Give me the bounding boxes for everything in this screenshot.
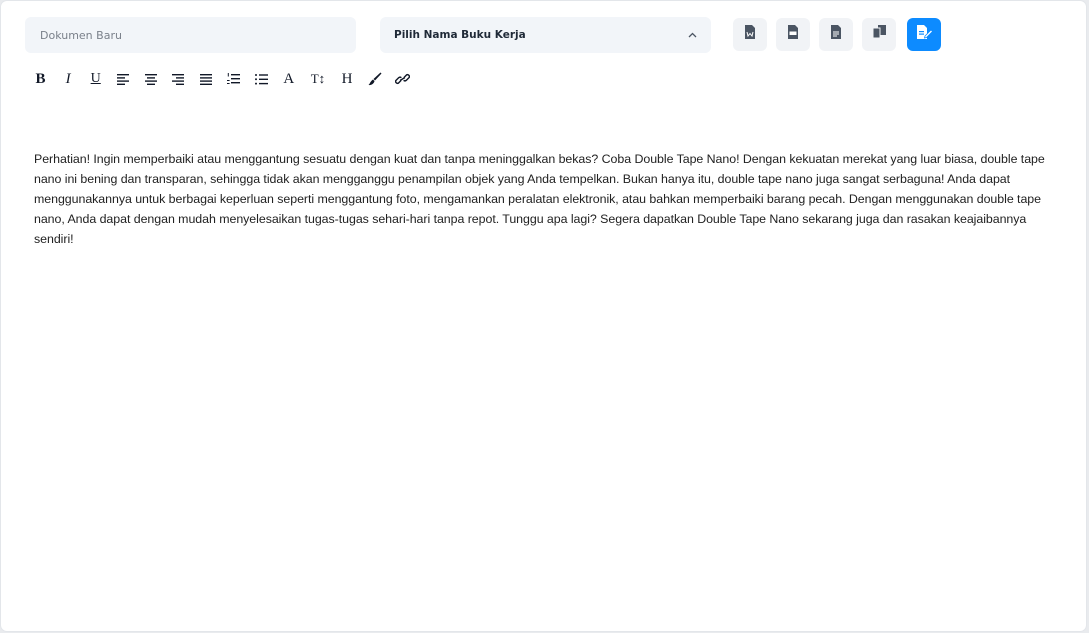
align-center-icon[interactable]: [143, 70, 158, 88]
text-file-icon: [830, 25, 842, 44]
editor-content[interactable]: Perhatian! Ingin memperbaiki atau mengga…: [34, 149, 1049, 249]
export-pdf-button[interactable]: [776, 18, 810, 51]
copy-icon: [872, 25, 887, 44]
document-name-input[interactable]: [25, 17, 356, 53]
workbook-select-label: Pilih Nama Buku Kerja: [394, 29, 526, 41]
italic-button[interactable]: I: [61, 70, 76, 88]
heading-button[interactable]: H: [340, 70, 355, 88]
ordered-list-icon[interactable]: [226, 70, 241, 88]
underline-button[interactable]: U: [88, 70, 103, 88]
chevron-up-icon: [688, 30, 697, 41]
file-edit-icon: [916, 24, 933, 45]
copy-button[interactable]: [862, 18, 896, 51]
editor-card: Pilih Nama Buku Kerja: [1, 1, 1086, 631]
align-justify-icon[interactable]: [199, 70, 214, 88]
save-button[interactable]: [907, 18, 941, 51]
bold-button[interactable]: B: [33, 70, 48, 88]
brush-icon[interactable]: [367, 70, 382, 88]
workbook-select[interactable]: Pilih Nama Buku Kerja: [380, 17, 711, 53]
text-size-button[interactable]: T↕: [309, 70, 327, 88]
pdf-file-icon: [787, 25, 799, 44]
export-word-button[interactable]: [733, 18, 767, 51]
align-right-icon[interactable]: [171, 70, 186, 88]
word-file-icon: [744, 25, 756, 44]
font-color-button[interactable]: A: [281, 70, 296, 88]
align-left-icon[interactable]: [116, 70, 131, 88]
bullet-list-icon[interactable]: [254, 70, 269, 88]
export-text-button[interactable]: [819, 18, 853, 51]
formatting-toolbar: B I U A T↕ H: [33, 69, 422, 89]
link-icon[interactable]: [394, 70, 410, 88]
